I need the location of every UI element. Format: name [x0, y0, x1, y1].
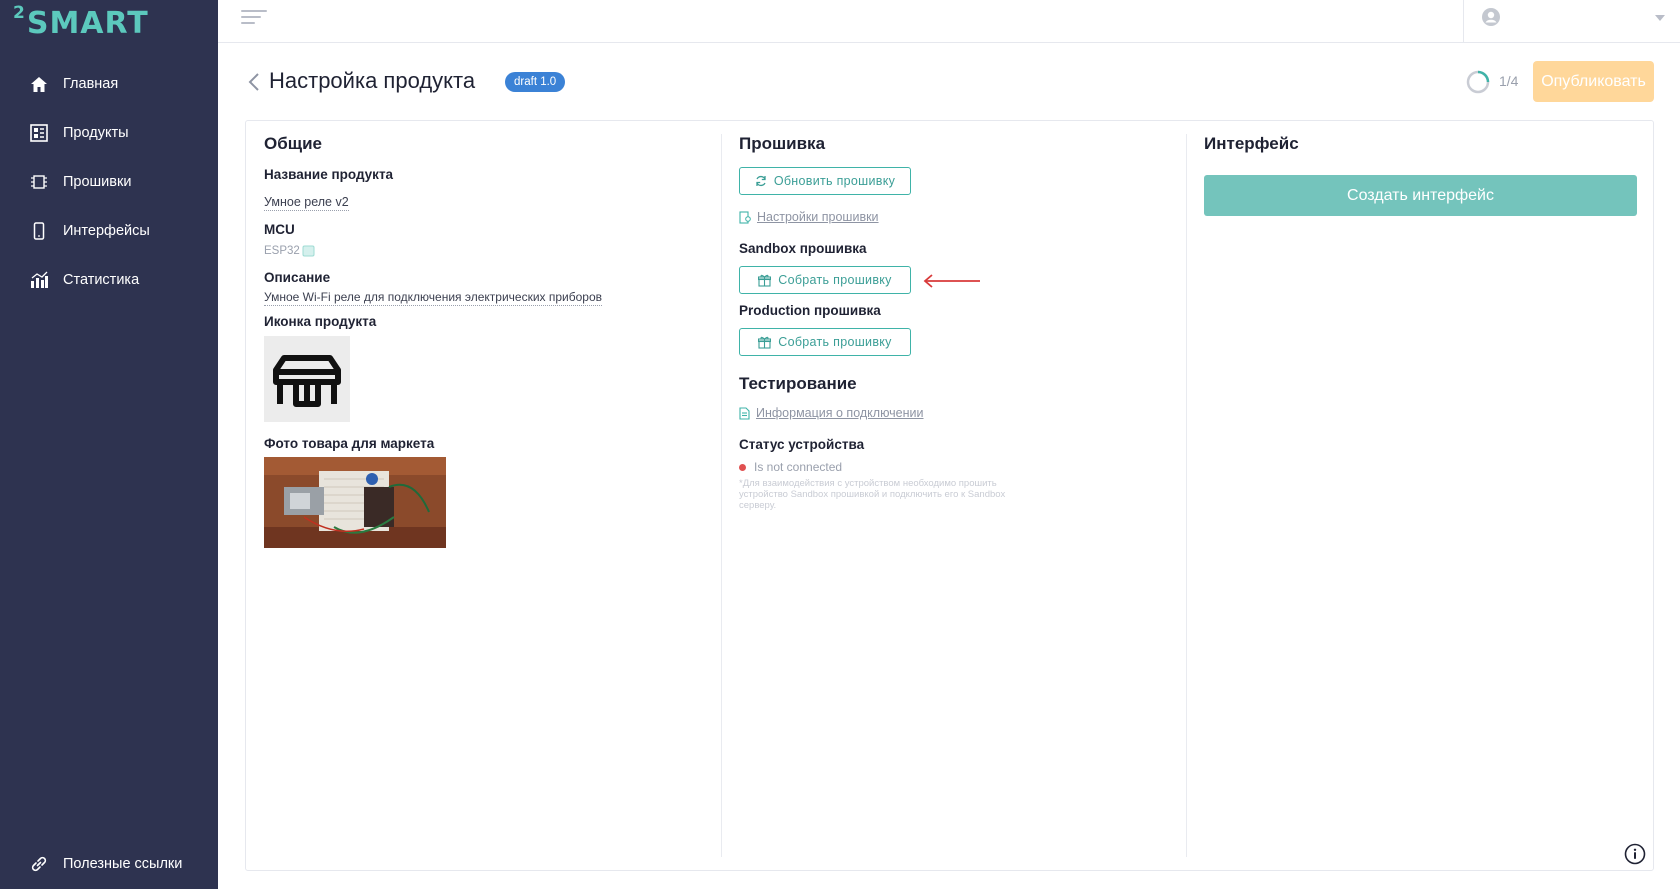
user-menu[interactable] [1463, 0, 1680, 43]
sidebar-item-label: Интерфейсы [63, 223, 150, 239]
production-firmware-label: Production прошивка [739, 303, 881, 318]
status-hint: *Для взаимодействия с устройством необхо… [739, 478, 1006, 511]
column-divider [1186, 134, 1187, 857]
product-name-value[interactable]: Умное реле v2 [264, 195, 349, 211]
home-icon [29, 74, 49, 94]
description-value[interactable]: Умное Wi-Fi реле для подключения электри… [264, 290, 603, 306]
progress-counter: 1/4 [1499, 73, 1519, 89]
device-status: Is not connected [739, 460, 842, 474]
user-avatar-icon [1482, 8, 1500, 26]
document-icon [739, 406, 750, 420]
button-label: Собрать прошивку [778, 273, 892, 287]
sidebar-item-statistics[interactable]: Статистика [0, 260, 218, 300]
market-photo-image[interactable] [264, 457, 446, 548]
column-divider [721, 134, 722, 857]
stats-icon [29, 270, 49, 290]
topbar [218, 0, 1680, 43]
sidebar-item-home[interactable]: Главная [0, 64, 218, 104]
sidebar-item-label: Продукты [63, 125, 129, 141]
sandbox-build-button[interactable]: Собрать прошивку [739, 266, 911, 294]
menu-toggle-icon[interactable] [241, 10, 267, 32]
firmware-settings-link[interactable]: Настройки прошивки [739, 210, 879, 224]
link-icon [29, 854, 49, 874]
settings-doc-icon [739, 210, 751, 224]
chip-icon [29, 172, 49, 192]
button-label: Обновить прошивку [773, 174, 896, 188]
back-arrow-icon[interactable] [247, 71, 261, 93]
sidebar: 2SMART Главная Продукты Прошивки Интерфе… [0, 0, 218, 889]
interface-heading: Интерфейс [1204, 134, 1299, 153]
sidebar-item-label: Полезные ссылки [63, 856, 183, 872]
refresh-icon [756, 175, 766, 187]
gift-icon [758, 336, 772, 349]
button-label: Собрать прошивку [778, 335, 892, 349]
sidebar-item-firmware[interactable]: Прошивки [0, 162, 218, 202]
sidebar-item-label: Прошивки [63, 174, 132, 190]
status-dot-icon [739, 463, 746, 471]
page-title: Настройка продукта [269, 68, 476, 93]
products-icon [29, 123, 49, 143]
product-icon-label: Иконка продукта [264, 314, 377, 329]
testing-heading: Тестирование [739, 374, 857, 393]
annotation-arrow [923, 274, 980, 288]
sidebar-item-interfaces[interactable]: Интерфейсы [0, 211, 218, 251]
sidebar-item-label: Главная [63, 76, 119, 92]
version-badge: draft 1.0 [505, 72, 566, 92]
production-build-button[interactable]: Собрать прошивку [739, 328, 911, 356]
info-icon[interactable] [1624, 843, 1646, 865]
product-name-label: Название продукта [264, 167, 394, 182]
update-firmware-button[interactable]: Обновить прошивку [739, 167, 911, 195]
logo[interactable]: 2SMART [13, 3, 149, 41]
sidebar-item-useful-links[interactable]: Полезные ссылки [0, 844, 218, 884]
sidebar-item-products[interactable]: Продукты [0, 113, 218, 153]
gift-icon [758, 274, 772, 287]
mcu-label: MCU [264, 222, 295, 237]
firmware-heading: Прошивка [739, 134, 826, 153]
create-interface-button[interactable]: Создать интерфейс [1204, 175, 1637, 216]
status-value: Is not connected [754, 460, 843, 474]
copy-icon[interactable] [302, 245, 315, 257]
device-status-label: Статус устройства [739, 437, 865, 452]
connection-info-link[interactable]: Информация о подключении [739, 406, 924, 420]
sidebar-item-label: Статистика [63, 272, 140, 288]
product-icon-image[interactable] [264, 336, 350, 422]
relay-icon [273, 355, 341, 407]
description-label: Описание [264, 270, 331, 285]
publish-button[interactable]: Опубликовать [1533, 61, 1654, 102]
sandbox-firmware-label: Sandbox прошивка [739, 241, 867, 256]
general-heading: Общие [264, 134, 322, 153]
breadboard-photo [264, 457, 446, 548]
chevron-down-icon [1655, 15, 1665, 21]
progress-ring-icon [1466, 70, 1490, 94]
mcu-value: ESP32 [264, 245, 300, 257]
phone-icon [29, 221, 49, 241]
market-photo-label: Фото товара для маркета [264, 436, 435, 451]
